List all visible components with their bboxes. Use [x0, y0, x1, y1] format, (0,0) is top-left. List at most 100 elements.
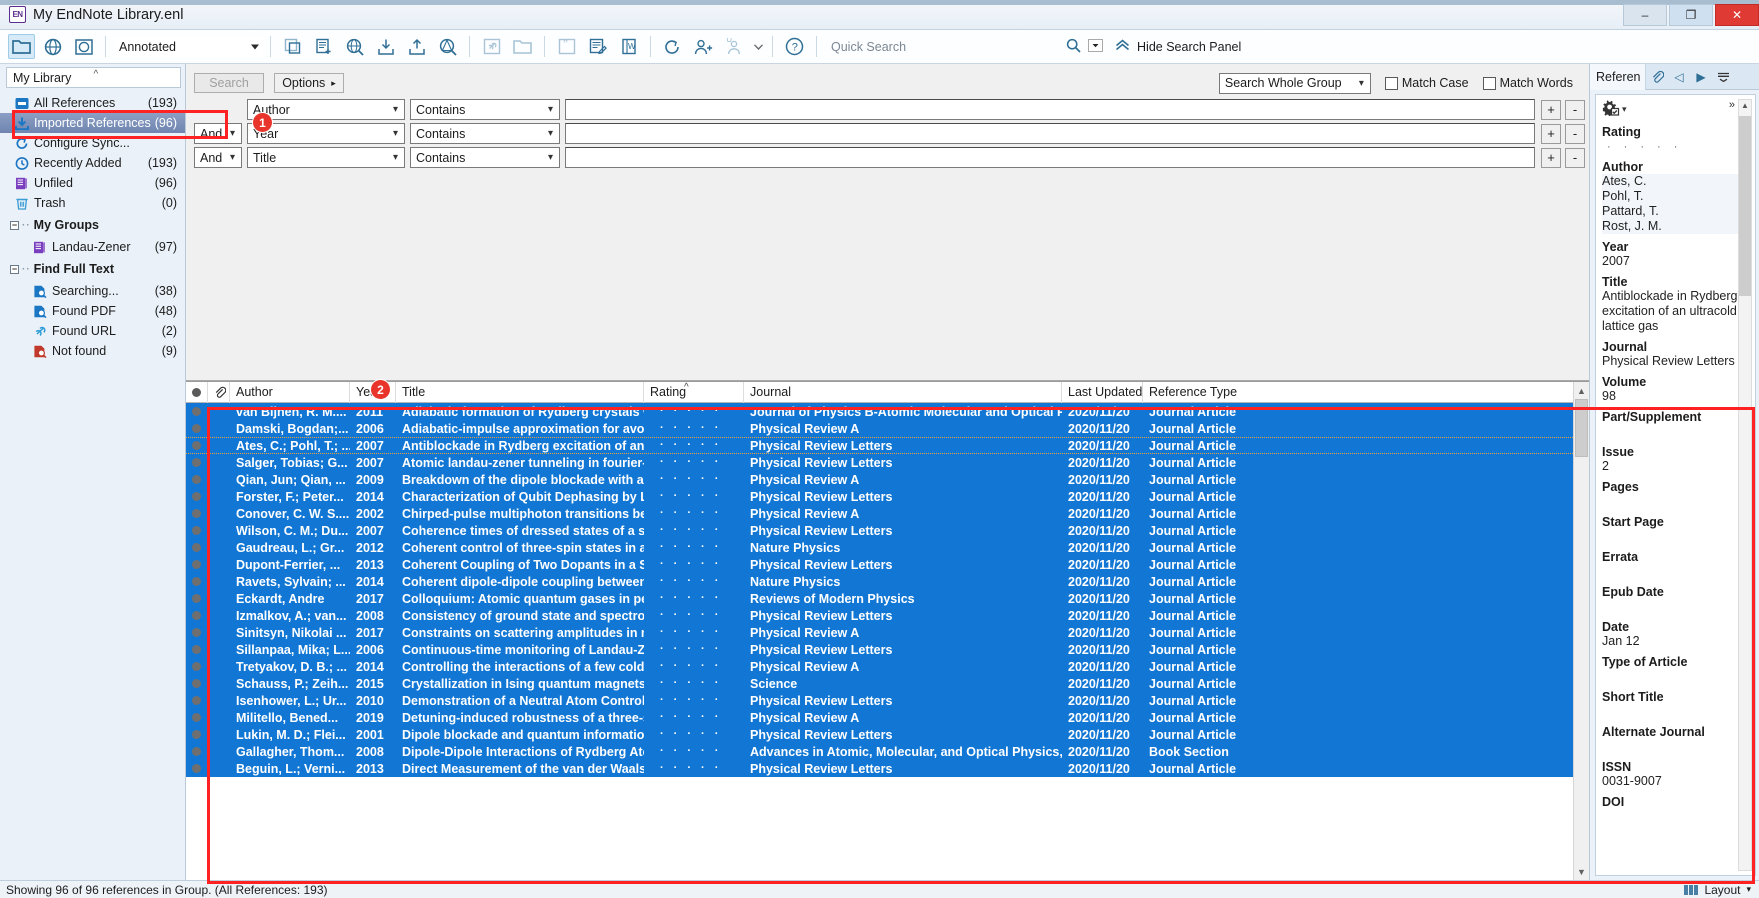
cell-attachment[interactable]	[208, 590, 230, 607]
rating-dot[interactable]: ·	[715, 627, 719, 638]
rating-dot[interactable]: ·	[715, 440, 719, 451]
rating-dot[interactable]: ·	[701, 763, 705, 774]
rating-dot[interactable]: ·	[660, 695, 664, 706]
cell-title[interactable]: Atomic landau-zener tunneling in fourier…	[396, 454, 644, 471]
rating-dot[interactable]: ·	[674, 746, 678, 757]
rating-dot[interactable]: ·	[701, 661, 705, 672]
rating-dot[interactable]: ·	[701, 678, 705, 689]
search-operator-select[interactable]: And ▾	[194, 147, 242, 168]
cell-title[interactable]: Colloquium: Atomic quantum gases in peri…	[396, 590, 644, 607]
rating-dot[interactable]: ·	[674, 729, 678, 740]
scroll-down-icon[interactable]: ▼	[1574, 863, 1590, 880]
cell-rating[interactable]: · · · · ·	[644, 522, 744, 539]
rating-dot[interactable]: ·	[660, 593, 664, 604]
add-search-row-button[interactable]: +	[1541, 147, 1561, 168]
copy-reference-icon[interactable]	[279, 34, 306, 59]
cell-read-status[interactable]	[186, 556, 208, 573]
cell-read-status[interactable]	[186, 471, 208, 488]
rating-dot[interactable]: ·	[687, 525, 691, 536]
cell-journal[interactable]: Nature Physics	[744, 539, 1062, 556]
cell-journal[interactable]: Physical Review A	[744, 624, 1062, 641]
options-button[interactable]: Options ▸	[274, 73, 344, 93]
cell-last-updated[interactable]: 2020/11/20	[1062, 505, 1143, 522]
cell-journal[interactable]: Physical Review Letters	[744, 454, 1062, 471]
cell-journal[interactable]: Nature Physics	[744, 573, 1062, 590]
rating-dot[interactable]: ·	[674, 576, 678, 587]
rating-dot[interactable]: ·	[701, 576, 705, 587]
rating-dot[interactable]: ·	[715, 457, 719, 468]
reference-settings[interactable]: ▾ »	[1602, 99, 1749, 119]
rating-dot[interactable]: ·	[687, 729, 691, 740]
match-case-checkbox[interactable]: Match Case	[1384, 76, 1469, 90]
link-icon[interactable]	[478, 34, 505, 59]
scrollbar-track[interactable]	[1573, 399, 1590, 863]
cell-last-updated[interactable]: 2020/11/20	[1062, 438, 1143, 453]
remove-search-row-button[interactable]: -	[1565, 99, 1585, 120]
sidebar-item-imported-references[interactable]: Imported References (96)	[0, 113, 185, 133]
sidebar-item-found-url[interactable]: Found URL (2)	[0, 321, 185, 341]
cell-journal[interactable]: Reviews of Modern Physics	[744, 590, 1062, 607]
column-header-author[interactable]: Author	[230, 381, 350, 403]
cell-read-status[interactable]	[186, 420, 208, 437]
cell-last-updated[interactable]: 2020/11/20	[1062, 607, 1143, 624]
table-row[interactable]: Wilson, C. M.; Du... 2007 Coherence times …	[186, 522, 1573, 539]
cell-attachment[interactable]	[208, 675, 230, 692]
rating-dot[interactable]: ·	[715, 474, 719, 485]
cell-title[interactable]: Adiabatic formation of Rydberg crystals …	[396, 403, 644, 420]
cell-attachment[interactable]	[208, 726, 230, 743]
rating-dot[interactable]: ·	[674, 678, 678, 689]
scroll-up-icon[interactable]: ▲	[1574, 382, 1590, 399]
notify-icon[interactable]	[721, 34, 748, 59]
table-row[interactable]: van Bijnen, R. M.... 2011 Adiabatic format…	[186, 403, 1573, 420]
sync-icon[interactable]	[659, 34, 686, 59]
rating-dot[interactable]: ·	[701, 695, 705, 706]
rating-dot[interactable]: ·	[687, 610, 691, 621]
rating-dot[interactable]: ·	[660, 508, 664, 519]
table-row[interactable]: Salger, Tobias; G... 2007 Atomic landau-ze…	[186, 454, 1573, 471]
rating-dot[interactable]: ·	[715, 423, 719, 434]
cell-reference-type[interactable]: Journal Article	[1143, 658, 1273, 675]
output-style-select[interactable]: Annotated	[114, 35, 264, 58]
cell-reference-type[interactable]: Journal Article	[1143, 505, 1273, 522]
cell-read-status[interactable]	[186, 438, 208, 453]
rating-dots[interactable]: · · · · ·	[650, 423, 718, 434]
cell-journal[interactable]: Advances in Atomic, Molecular, and Optic…	[744, 743, 1062, 760]
cell-rating[interactable]: · · · · ·	[644, 726, 744, 743]
rating-dot[interactable]: ·	[687, 474, 691, 485]
cell-rating[interactable]: · · · · ·	[644, 539, 744, 556]
rating-dot[interactable]: ·	[715, 542, 719, 553]
cell-rating[interactable]: · · · · ·	[644, 743, 744, 760]
cell-read-status[interactable]	[186, 709, 208, 726]
cell-last-updated[interactable]: 2020/11/20	[1062, 743, 1143, 760]
edit-citation-icon[interactable]	[584, 34, 611, 59]
field-value[interactable]	[1602, 424, 1749, 439]
cell-read-status[interactable]	[186, 539, 208, 556]
rating-dots[interactable]: · · · · ·	[650, 695, 718, 706]
rating-dot[interactable]: ·	[674, 542, 678, 553]
table-row[interactable]: Tretyakov, D. B.; ... 2014 Controlling the…	[186, 658, 1573, 675]
cell-reference-type[interactable]: Journal Article	[1143, 709, 1273, 726]
rating-dot[interactable]: ·	[660, 576, 664, 587]
quick-search-input[interactable]: Quick Search	[831, 40, 906, 54]
column-header-reference-type[interactable]: Reference Type	[1143, 382, 1273, 403]
rating-dot[interactable]: ·	[687, 627, 691, 638]
checkbox-box[interactable]	[1482, 76, 1496, 90]
cell-reference-type[interactable]: Journal Article	[1143, 590, 1273, 607]
rating-dot[interactable]: ·	[715, 508, 719, 519]
rating-dot[interactable]: ·	[674, 627, 678, 638]
cell-title[interactable]: Detuning-induced robustness of a three-s…	[396, 709, 644, 726]
rating-dots[interactable]: · · · · ·	[650, 491, 718, 502]
cell-rating[interactable]: · · · · ·	[644, 641, 744, 658]
cell-rating[interactable]: · · · · ·	[644, 692, 744, 709]
field-value[interactable]: Physical Review Letters	[1602, 354, 1749, 369]
rating-dot[interactable]: ·	[701, 559, 705, 570]
rating-dot[interactable]: ·	[660, 525, 664, 536]
cell-read-status[interactable]	[186, 607, 208, 624]
cell-reference-type[interactable]: Journal Article	[1143, 420, 1273, 437]
rating-dots[interactable]: · · · · ·	[650, 440, 718, 451]
rating-dot[interactable]: ·	[1640, 142, 1644, 153]
cell-year[interactable]: 2008	[350, 607, 396, 624]
rating-dots[interactable]: · · · · ·	[650, 746, 718, 757]
rating-dot[interactable]: ·	[701, 712, 705, 723]
rating-dot[interactable]: ·	[701, 457, 705, 468]
